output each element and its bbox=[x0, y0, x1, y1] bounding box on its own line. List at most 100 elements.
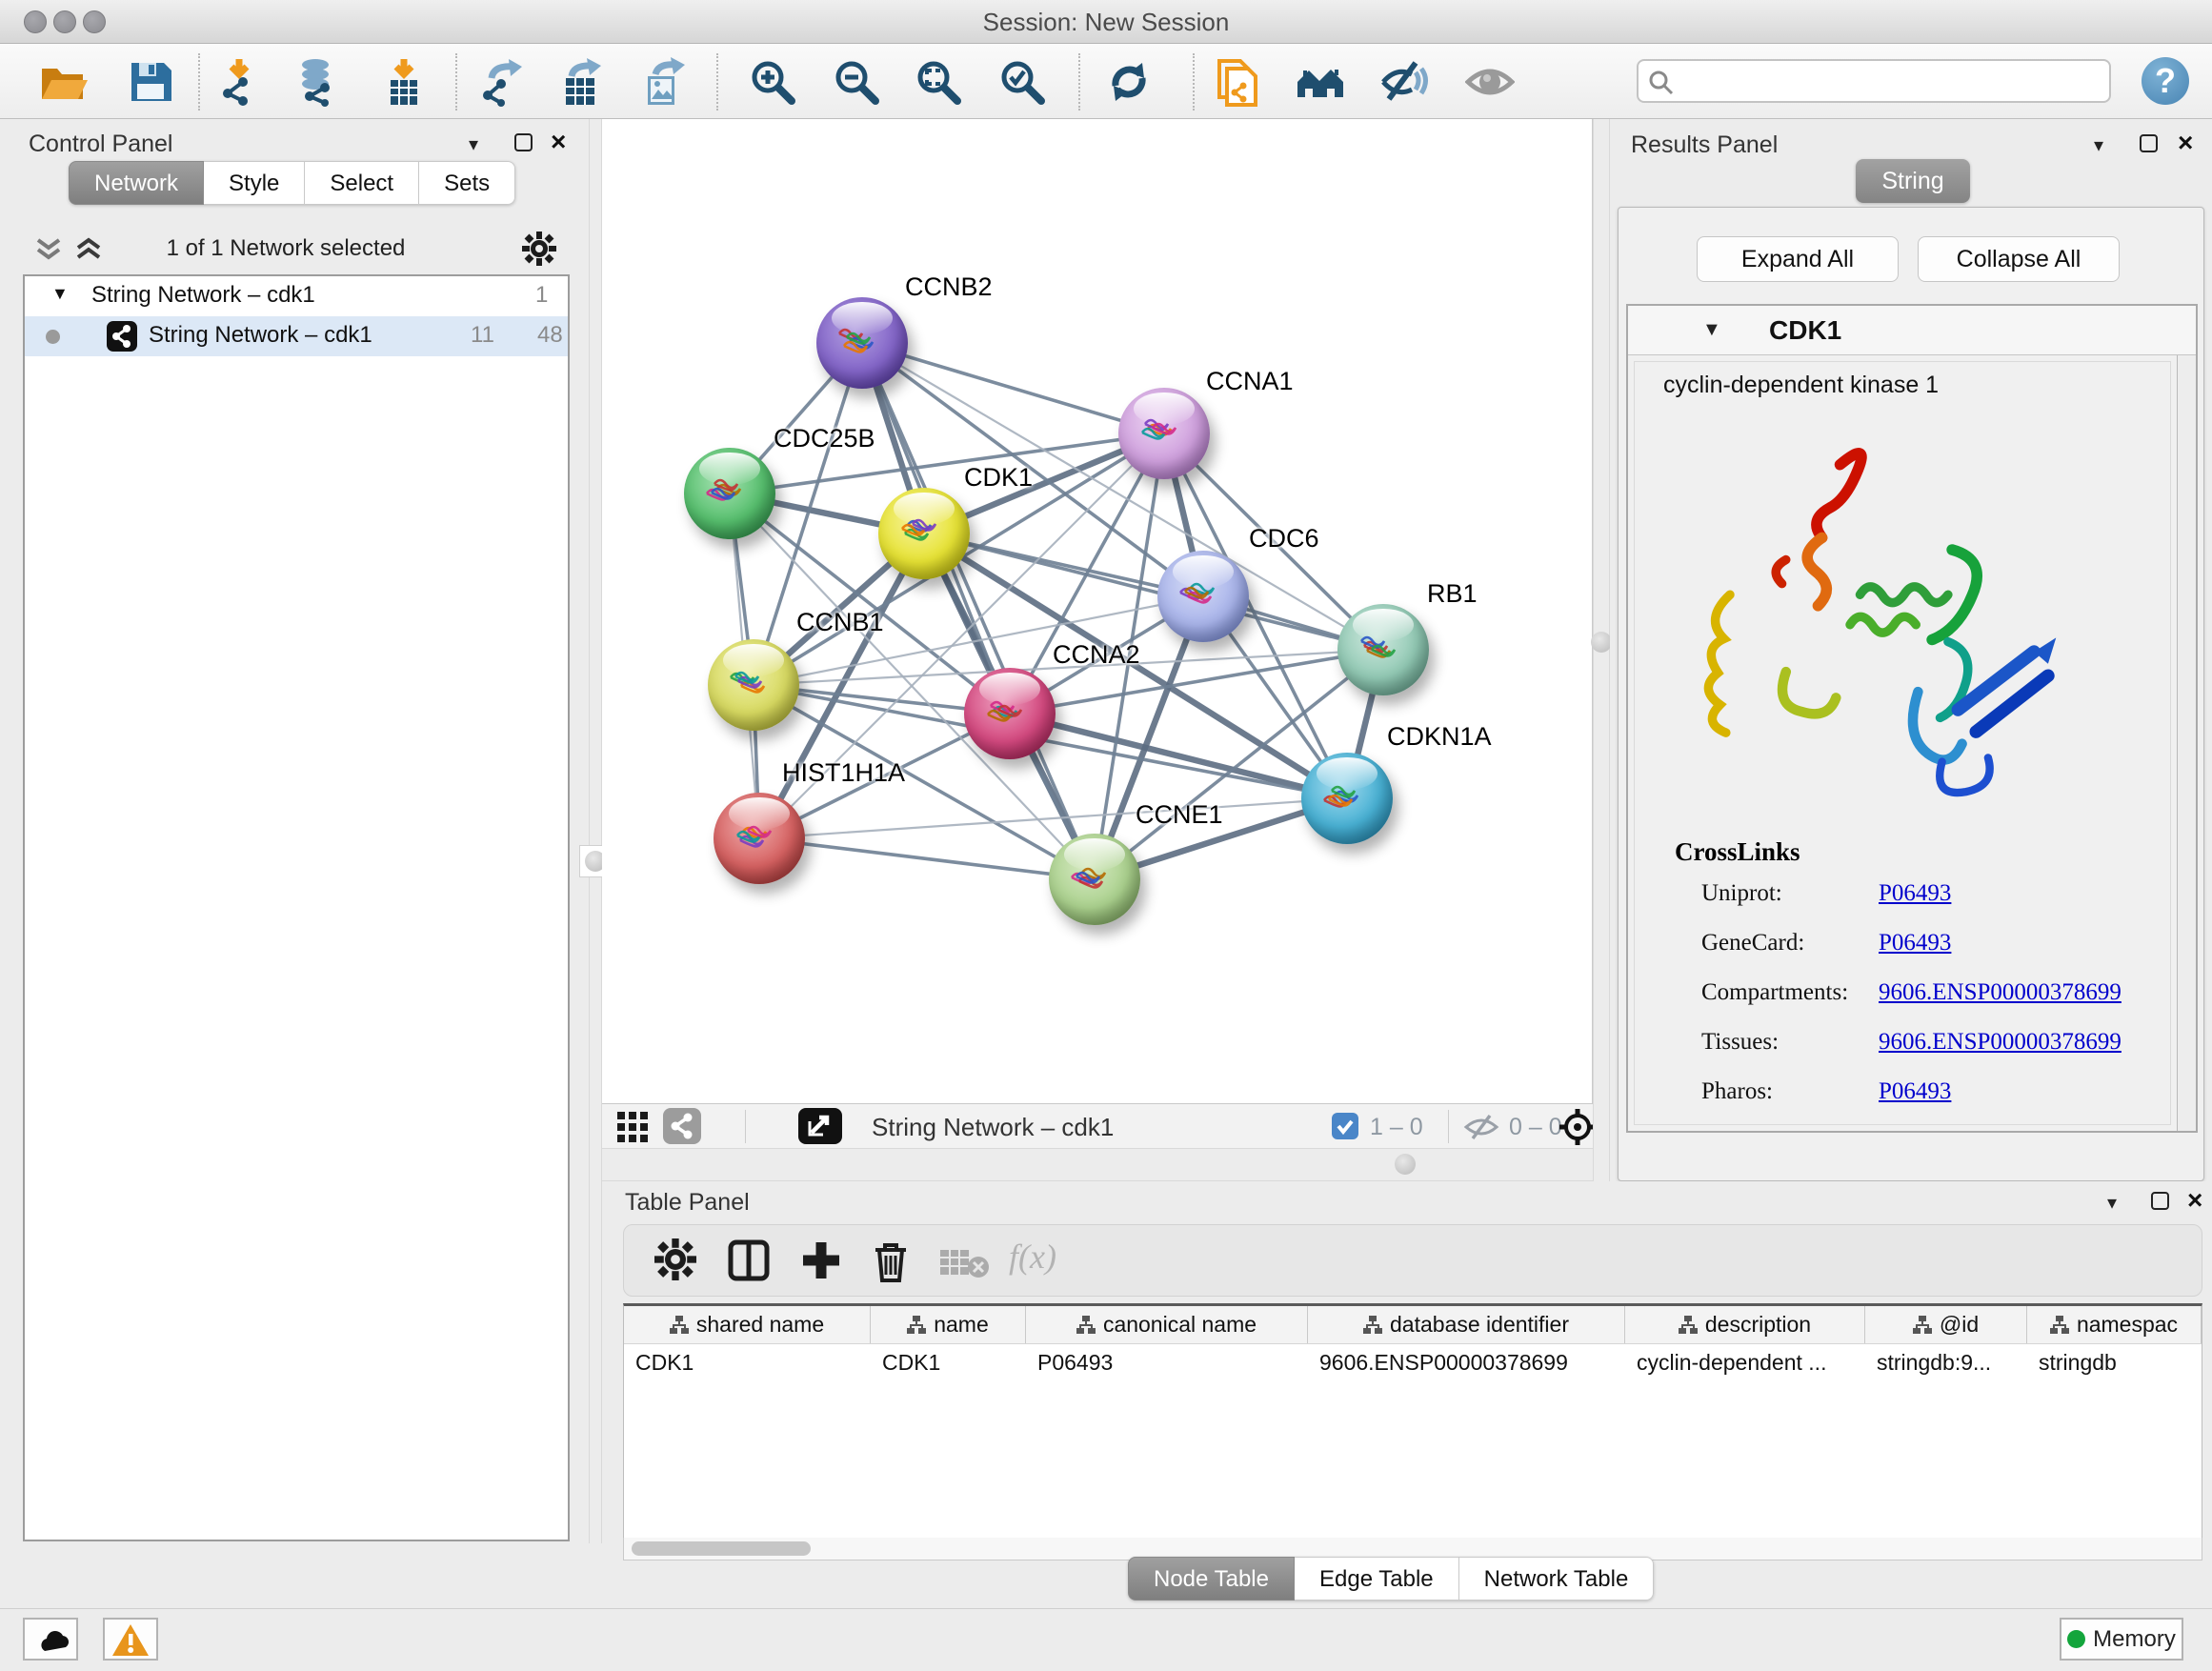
zoom-fit-icon[interactable] bbox=[914, 57, 963, 107]
network-node-CCNB1[interactable] bbox=[708, 639, 799, 731]
cloud-status-button[interactable] bbox=[23, 1618, 78, 1661]
tab-network[interactable]: Network bbox=[69, 161, 204, 205]
column-header-shared-name[interactable]: shared name bbox=[624, 1306, 871, 1343]
network-view[interactable]: CCNB2CCNA1CDC25BCDK1CDC6RB1CCNB1CCNA2CDK… bbox=[602, 119, 1593, 1103]
network-options-gear-icon[interactable] bbox=[522, 232, 556, 271]
network-node-RB1[interactable] bbox=[1337, 604, 1429, 695]
network-edge[interactable] bbox=[862, 343, 1164, 433]
zoom-in-icon[interactable] bbox=[748, 57, 797, 107]
network-selection-status: 1 of 1 Network selected bbox=[86, 235, 486, 262]
table-panel-close-icon[interactable]: × bbox=[2187, 1191, 2202, 1209]
import-table-file-icon[interactable] bbox=[379, 57, 429, 107]
tab-style[interactable]: Style bbox=[204, 161, 305, 205]
column-header-namespac[interactable]: namespac bbox=[2027, 1306, 2202, 1343]
export-network-icon[interactable] bbox=[476, 57, 526, 107]
import-network-file-icon[interactable] bbox=[214, 57, 264, 107]
network-node-CDKN1A[interactable] bbox=[1301, 753, 1393, 844]
network-collection-row[interactable]: ▼ String Network – cdk1 1 bbox=[25, 276, 568, 316]
table-panel-menu-icon[interactable]: ▾ bbox=[2107, 1191, 2117, 1215]
tab-sets[interactable]: Sets bbox=[419, 161, 515, 205]
network-node-label: CDK1 bbox=[964, 463, 1033, 493]
fit-content-crosshair-icon[interactable] bbox=[1558, 1108, 1597, 1151]
control-panel-float-icon[interactable] bbox=[514, 133, 533, 151]
export-table-icon[interactable] bbox=[556, 57, 606, 107]
card-collapse-triangle-icon[interactable]: ▼ bbox=[1702, 319, 1721, 341]
column-header-database-identifier[interactable]: database identifier bbox=[1308, 1306, 1625, 1343]
delete-icon[interactable] bbox=[870, 1238, 912, 1287]
tab-edge-table[interactable]: Edge Table bbox=[1295, 1557, 1459, 1601]
column-header-name[interactable]: name bbox=[871, 1306, 1026, 1343]
zoom-out-icon[interactable] bbox=[832, 57, 881, 107]
right-splitter[interactable] bbox=[1593, 119, 1610, 1181]
scrollbar-thumb[interactable] bbox=[632, 1541, 811, 1556]
search-input[interactable] bbox=[1682, 63, 2101, 99]
network-table-splitter-handle[interactable] bbox=[1395, 1154, 1416, 1175]
add-column-icon[interactable] bbox=[799, 1238, 843, 1287]
network-node-CDK1[interactable] bbox=[878, 488, 970, 579]
hide-glasses-icon[interactable] bbox=[1379, 57, 1429, 107]
network-node-CDC6[interactable] bbox=[1157, 551, 1249, 642]
column-header-canonical-name[interactable]: canonical name bbox=[1026, 1306, 1308, 1343]
crosslink-link[interactable]: 9606.ENSP00000378699 bbox=[1879, 1029, 2122, 1056]
results-panel-menu-icon[interactable]: ▾ bbox=[2094, 133, 2103, 157]
tab-select[interactable]: Select bbox=[305, 161, 419, 205]
control-panel-close-icon[interactable]: × bbox=[551, 132, 566, 151]
column-header-description[interactable]: description bbox=[1625, 1306, 1865, 1343]
network-node-CCNA1[interactable] bbox=[1118, 388, 1210, 479]
expand-all-button[interactable]: Expand All bbox=[1697, 236, 1899, 282]
network-edge[interactable] bbox=[759, 798, 1347, 838]
results-panel-float-icon[interactable] bbox=[2140, 134, 2158, 152]
network-edge-count: 48 bbox=[537, 322, 563, 349]
open-session-icon[interactable] bbox=[38, 57, 88, 107]
table-header-row: shared namenamecanonical namedatabase id… bbox=[624, 1306, 2202, 1344]
save-session-icon[interactable] bbox=[126, 57, 175, 107]
network-row-selected[interactable]: String Network – cdk1 11 48 bbox=[25, 316, 568, 356]
table-panel-title: Table Panel bbox=[625, 1189, 750, 1217]
crosslink-link[interactable]: P06493 bbox=[1879, 880, 1951, 907]
show-eye-icon[interactable] bbox=[1465, 57, 1515, 107]
network-node-CCNA2[interactable] bbox=[964, 668, 1056, 759]
home-icon[interactable] bbox=[1296, 57, 1345, 107]
network-edge[interactable] bbox=[862, 343, 1095, 879]
card-scrollbar[interactable] bbox=[2177, 355, 2196, 1131]
tab-node-table[interactable]: Node Table bbox=[1128, 1557, 1295, 1601]
memory-button[interactable]: Memory bbox=[2060, 1618, 2183, 1661]
column-attribute-icon bbox=[1363, 1316, 1382, 1335]
help-icon[interactable]: ? bbox=[2142, 57, 2189, 105]
tab-string-results[interactable]: String bbox=[1856, 159, 1970, 203]
network-edge[interactable] bbox=[759, 838, 1095, 879]
crosslink-link[interactable]: 9606.ENSP00000378699 bbox=[1879, 979, 2122, 1006]
crosslink-label: Pharos: bbox=[1701, 1078, 1773, 1105]
right-splitter-handle[interactable] bbox=[1591, 632, 1612, 653]
table-settings-gear-icon[interactable] bbox=[654, 1238, 696, 1285]
zoom-selected-icon[interactable] bbox=[997, 57, 1047, 107]
birdseye-grid-icon[interactable] bbox=[617, 1112, 650, 1147]
collapse-all-button[interactable]: Collapse All bbox=[1918, 236, 2120, 282]
refresh-icon[interactable] bbox=[1104, 57, 1154, 107]
tab-network-table[interactable]: Network Table bbox=[1459, 1557, 1655, 1601]
network-node-CDC25B[interactable] bbox=[684, 448, 775, 539]
column-header--id[interactable]: @id bbox=[1865, 1306, 2027, 1343]
table-cell: 9606.ENSP00000378699 bbox=[1308, 1344, 1625, 1380]
import-network-database-icon[interactable] bbox=[291, 57, 340, 107]
show-columns-icon[interactable] bbox=[727, 1238, 771, 1287]
export-image-icon[interactable] bbox=[638, 57, 688, 107]
network-node-HIST1H1A[interactable] bbox=[714, 793, 805, 884]
network-node-CCNE1[interactable] bbox=[1049, 834, 1140, 925]
warnings-button[interactable] bbox=[103, 1618, 158, 1661]
results-panel-close-icon[interactable]: × bbox=[2178, 133, 2193, 151]
crosslink-link[interactable]: P06493 bbox=[1879, 930, 1951, 956]
table-row[interactable]: CDK1CDK1P064939606.ENSP00000378699cyclin… bbox=[624, 1344, 2202, 1380]
table-panel-float-icon[interactable] bbox=[2151, 1192, 2169, 1210]
collapse-triangle-icon[interactable]: ▼ bbox=[51, 284, 69, 304]
network-table-splitter[interactable] bbox=[602, 1148, 1593, 1181]
string-view-icon[interactable] bbox=[663, 1108, 701, 1144]
left-splitter[interactable] bbox=[589, 119, 602, 1543]
collapse-all-networks-icon[interactable] bbox=[34, 237, 63, 267]
control-panel-menu-icon[interactable]: ▾ bbox=[469, 132, 478, 156]
open-view-window-icon[interactable] bbox=[798, 1108, 842, 1144]
network-node-CCNB2[interactable] bbox=[816, 297, 908, 389]
selected-elements-checkbox-icon[interactable] bbox=[1332, 1113, 1358, 1139]
share-document-icon[interactable] bbox=[1214, 57, 1263, 107]
crosslink-link[interactable]: P06493 bbox=[1879, 1078, 1951, 1105]
